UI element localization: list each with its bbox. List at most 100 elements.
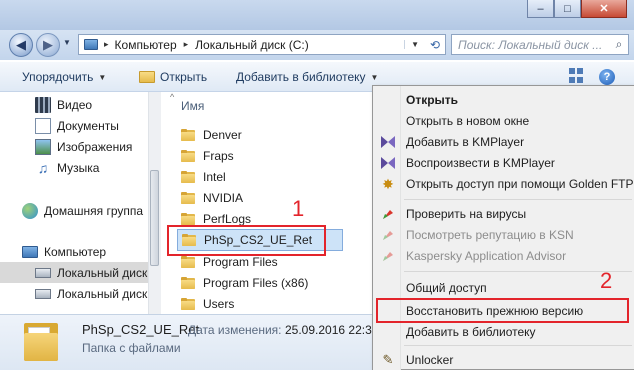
list-item[interactable]: Users [181, 293, 234, 314]
nav-item-video[interactable]: Видео [0, 94, 150, 115]
open-label: Открыть [160, 70, 208, 84]
list-item[interactable]: NVIDIA [181, 187, 243, 208]
breadcrumb-computer[interactable]: Компьютер [115, 38, 177, 52]
file-name: Denver [203, 127, 242, 142]
menu-item-open-new-window[interactable]: Открыть в новом окне [406, 110, 529, 131]
dropdown-icon[interactable]: ▼ [404, 40, 425, 49]
address-separator[interactable]: ▸ [104, 39, 109, 50]
list-item[interactable]: Denver [181, 124, 242, 145]
view-options-icon[interactable] [569, 68, 585, 84]
file-name: PerfLogs [203, 211, 252, 226]
help-icon[interactable]: ? [599, 69, 615, 85]
open-folder-icon [139, 71, 155, 83]
menu-item-virus-scan[interactable]: Проверить на вирусы [406, 203, 526, 224]
file-name: Program Files (x86) [203, 275, 309, 290]
file-name: Fraps [203, 148, 234, 163]
music-icon: ♫ [37, 159, 49, 176]
nav-item-label: Видео [57, 97, 93, 112]
unlocker-icon: ✎ [382, 352, 394, 367]
menu-separator [404, 199, 632, 200]
details-name: PhSp_CS2_UE_Ret [82, 322, 200, 337]
nav-item-label: Документы [57, 118, 119, 133]
computer-icon [84, 39, 98, 50]
column-header-name[interactable]: Имя [181, 99, 204, 113]
nav-item-label: Музыка [57, 160, 100, 175]
large-folder-icon [22, 319, 60, 363]
open-button[interactable]: Открыть [139, 62, 207, 92]
nav-scrollbar-thumb[interactable] [150, 170, 159, 266]
folder-icon [181, 297, 195, 310]
ksn-icon [380, 227, 396, 243]
advisor-icon [380, 248, 396, 264]
annotation-number-1: 1 [292, 196, 305, 221]
kmplayer-icon [380, 155, 396, 171]
sort-up-icon: ^ [170, 92, 175, 102]
menu-item-application-advisor: Kaspersky Application Advisor [406, 248, 567, 263]
folder-icon [181, 128, 195, 141]
address-bar[interactable]: ▸ Компьютер ▸ Локальный диск (C:) ▼ ⟲ [78, 34, 446, 55]
search-placeholder: Поиск: Локальный диск ... [458, 37, 603, 52]
menu-separator [404, 345, 632, 346]
computer-icon [22, 245, 38, 258]
nav-item-label: Компьютер [44, 244, 107, 259]
nav-item-label: Локальный диск [57, 265, 148, 280]
chevron-down-icon: ▼ [370, 72, 379, 82]
nav-item-label: Локальный диск [57, 286, 148, 301]
menu-item-unlocker[interactable]: Unlocker [406, 349, 453, 370]
homegroup-icon [22, 202, 38, 219]
search-input[interactable]: Поиск: Локальный диск ... ⌕ [451, 34, 629, 55]
nav-item-computer[interactable]: Компьютер [0, 241, 150, 262]
file-name: Users [203, 296, 235, 311]
back-arrow-icon: ◀ [16, 37, 26, 52]
nav-item-local-disk-c[interactable]: Локальный диск [0, 262, 148, 283]
menu-item-add-to-kmplayer[interactable]: Добавить в KMPlayer [406, 131, 524, 152]
annotation-number-2: 2 [600, 268, 613, 293]
folder-icon [181, 212, 195, 225]
details-modified-label: Дата изменения: [188, 323, 282, 337]
golden-ftp-icon: ✸ [382, 175, 394, 192]
nav-item-music[interactable]: ♫ Музыка [0, 157, 150, 178]
organize-button[interactable]: Упорядочить ▼ [22, 62, 106, 92]
drive-icon [35, 267, 51, 278]
maximize-button[interactable]: □ [554, 0, 581, 18]
forward-arrow-icon: ▶ [43, 37, 53, 52]
list-item[interactable]: Fraps [181, 145, 234, 166]
search-icon[interactable]: ⌕ [610, 37, 628, 52]
folder-icon [181, 276, 195, 289]
nav-item-documents[interactable]: Документы [0, 115, 150, 136]
forward-button[interactable]: ▶ [36, 33, 60, 57]
file-name: Intel [203, 169, 226, 184]
video-icon [35, 96, 51, 113]
menu-item-open[interactable]: Открыть [406, 89, 458, 110]
back-button[interactable]: ◀ [9, 33, 33, 57]
nav-item-pictures[interactable]: Изображения [0, 136, 150, 157]
kaspersky-icon [380, 206, 396, 222]
menu-item-golden-ftp[interactable]: Открыть доступ при помощи Golden FTP [406, 173, 634, 194]
add-to-library-button[interactable]: Добавить в библиотеку ▼ [236, 62, 378, 92]
chevron-down-icon: ▼ [98, 72, 107, 82]
pictures-icon [35, 138, 51, 155]
list-item[interactable]: Program Files (x86) [181, 272, 308, 293]
documents-icon [35, 117, 51, 134]
recent-pages-chevron-icon[interactable]: ▼ [63, 38, 71, 47]
folder-icon [181, 149, 195, 162]
nav-item-homegroup[interactable]: Домашняя группа [0, 200, 160, 221]
nav-item-local-disk[interactable]: Локальный диск [0, 283, 150, 304]
breadcrumb-local-disk[interactable]: Локальный диск (C:) [195, 38, 309, 52]
address-separator[interactable]: ▸ [184, 39, 189, 50]
folder-icon [181, 191, 195, 204]
folder-icon [181, 255, 195, 268]
kmplayer-icon [380, 134, 396, 150]
close-button[interactable]: ✕ [581, 0, 627, 18]
minimize-button[interactable]: – [527, 0, 554, 18]
details-modified-value: 25.09.2016 22:37 [285, 323, 379, 337]
annotation-box-1 [167, 225, 326, 256]
file-name: NVIDIA [203, 190, 244, 205]
refresh-icon[interactable]: ⟲ [425, 38, 445, 52]
add-to-library-label: Добавить в библиотеку [236, 70, 366, 84]
drive-icon [35, 288, 51, 299]
menu-item-add-to-library[interactable]: Добавить в библиотеку [406, 321, 536, 342]
menu-item-sharing[interactable]: Общий доступ [406, 277, 487, 298]
menu-item-play-in-kmplayer[interactable]: Воспроизвести в KMPlayer [406, 152, 555, 173]
list-item[interactable]: Intel [181, 166, 226, 187]
